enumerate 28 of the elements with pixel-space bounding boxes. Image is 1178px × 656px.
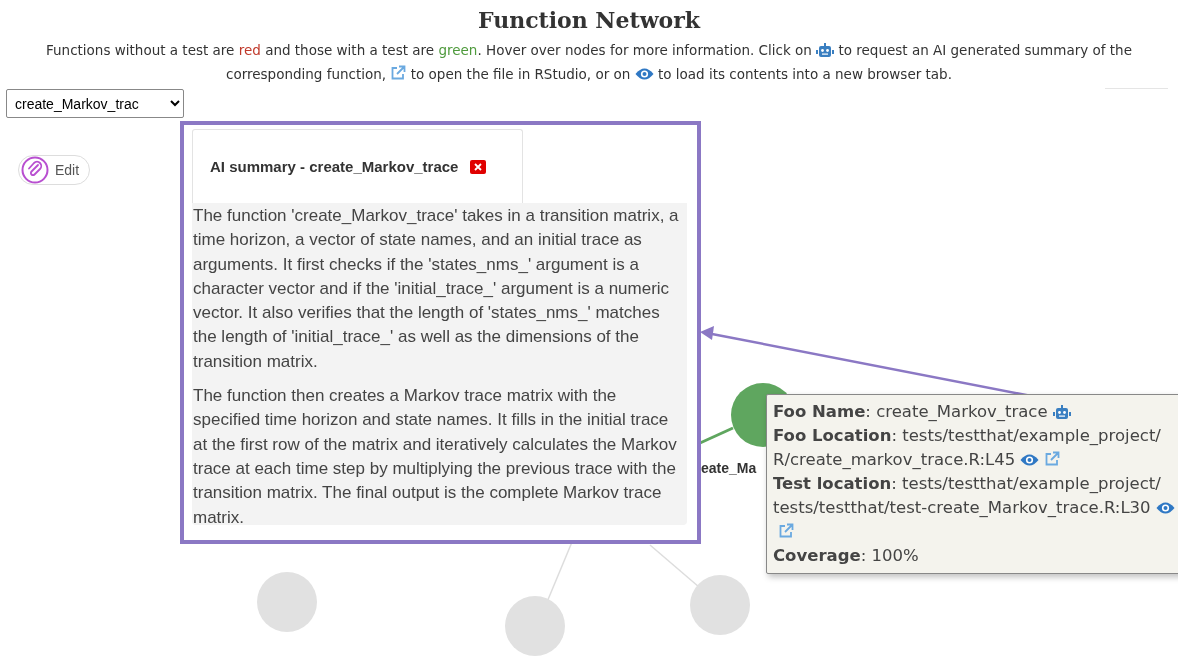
network-node[interactable] <box>505 596 565 656</box>
tooltip-text: R/create_markov_trace.R:L45 <box>773 450 1016 469</box>
external-link-icon[interactable] <box>778 523 794 539</box>
eye-icon[interactable] <box>634 67 654 81</box>
summary-paragraph: The function 'create_Markov_trace' takes in a transition matrix, a time horizon, a vector of state names, and an initial trace as arguments. It first checks if the 'states_nms_' argument is a character vector and if the 'initial_trace_' argument is a numeric vector. It also verifies that the length of 'states_nms_' matches the length of 'initial_trace_' as well as the dimensions of the transition matrix. <box>193 205 680 373</box>
robot-icon[interactable] <box>816 43 835 57</box>
page-title: Function Network <box>477 6 701 34</box>
intro-text: Functions without a test are red and those with a test are green. Hover over nodes for more information. Click on to request an AI generated summary of the corresponding function, to open the file in RStudio, or on to load its contents into a new browser tab. <box>45 41 1133 84</box>
tooltip-text: Foo Name: create_Markov_trace <box>773 402 1048 421</box>
node-label: eate_Ma <box>701 459 757 478</box>
tooltip-text: Foo Location: tests/testthat/example_project/ <box>773 426 1161 445</box>
tooltip-text: tests/testthat/test-create_Markov_trace.R:L30 <box>773 498 1151 517</box>
external-link-icon[interactable] <box>1044 451 1061 467</box>
paperclip-icon <box>21 156 49 184</box>
edit-button[interactable]: Edit <box>18 155 91 185</box>
tooltip-text: Test location: tests/testthat/example_project/ <box>773 474 1161 493</box>
summary-tab[interactable]: AI summary - create_Markov_trace <box>192 129 523 204</box>
tooltip-text: Coverage: 100% <box>773 546 919 565</box>
close-icon[interactable] <box>470 160 487 174</box>
network-node[interactable] <box>690 575 750 635</box>
robot-icon[interactable] <box>1052 405 1071 419</box>
function-select[interactable]: create_Markov_trac <box>6 89 184 118</box>
eye-icon[interactable] <box>1155 501 1175 515</box>
summary-paragraph: The function then creates a Markov trace matrix with the specified time horizon and state names. It fills in the initial trace at the first row of the matrix and iteratively calculates the Markov trace at each time step by multiplying the previous trace with the transition matrix. The final output is the complete Markov trace matrix. <box>193 385 678 529</box>
external-link-icon[interactable] <box>390 65 407 81</box>
eye-icon[interactable] <box>1020 453 1040 467</box>
edge <box>699 426 734 445</box>
network-node[interactable] <box>257 572 317 632</box>
